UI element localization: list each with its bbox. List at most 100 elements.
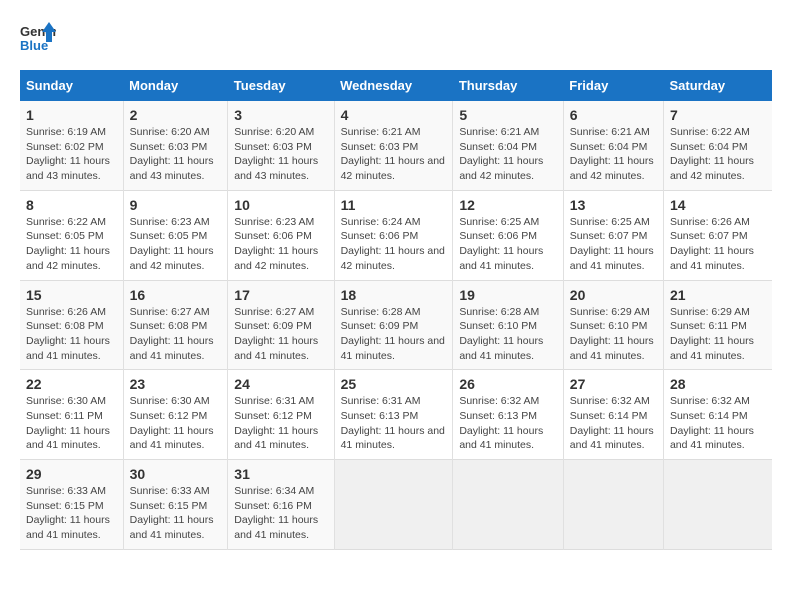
day-number: 12 <box>459 197 556 213</box>
day-info: Sunrise: 6:23 AMSunset: 6:05 PMDaylight:… <box>130 215 222 274</box>
day-info: Sunrise: 6:29 AMSunset: 6:10 PMDaylight:… <box>570 305 657 364</box>
day-info: Sunrise: 6:23 AMSunset: 6:06 PMDaylight:… <box>234 215 327 274</box>
day-number: 11 <box>341 197 447 213</box>
calendar-cell <box>563 460 663 550</box>
day-info: Sunrise: 6:33 AMSunset: 6:15 PMDaylight:… <box>26 484 117 543</box>
day-number: 26 <box>459 376 556 392</box>
calendar-cell <box>663 460 772 550</box>
calendar-cell: 3 Sunrise: 6:20 AMSunset: 6:03 PMDaylight… <box>228 101 334 190</box>
calendar-week-row: 22 Sunrise: 6:30 AMSunset: 6:11 PMDayligh… <box>20 370 772 460</box>
calendar-cell: 23Sunrise: 6:30 AMSunset: 6:12 PMDayligh… <box>123 370 228 460</box>
day-info: Sunrise: 6:31 AMSunset: 6:13 PMDaylight:… <box>341 394 447 453</box>
calendar-week-row: 15 Sunrise: 6:26 AMSunset: 6:08 PMDayligh… <box>20 280 772 370</box>
day-info: Sunrise: 6:34 AMSunset: 6:16 PMDaylight:… <box>234 484 327 543</box>
day-info: Sunrise: 6:26 AMSunset: 6:08 PMDaylight:… <box>26 305 117 364</box>
day-number: 18 <box>341 287 447 303</box>
header-monday: Monday <box>123 70 228 101</box>
calendar-cell: 13 Sunrise: 6:25 AMSunset: 6:07 PMDayligh… <box>563 190 663 280</box>
day-info: Sunrise: 6:22 AMSunset: 6:05 PMDaylight:… <box>26 215 117 274</box>
calendar-cell: 17 Sunrise: 6:27 AMSunset: 6:09 PMDayligh… <box>228 280 334 370</box>
calendar-cell: 26 Sunrise: 6:32 AMSunset: 6:13 PMDayligh… <box>453 370 563 460</box>
day-info: Sunrise: 6:32 AMSunset: 6:14 PMDaylight:… <box>570 394 657 453</box>
header-tuesday: Tuesday <box>228 70 334 101</box>
day-number: 13 <box>570 197 657 213</box>
day-number: 29 <box>26 466 117 482</box>
day-number: 28 <box>670 376 766 392</box>
calendar-cell <box>334 460 453 550</box>
day-info: Sunrise: 6:33 AMSunset: 6:15 PMDaylight:… <box>130 484 222 543</box>
day-number: 6 <box>570 107 657 123</box>
day-number: 7 <box>670 107 766 123</box>
calendar-cell: 12 Sunrise: 6:25 AMSunset: 6:06 PMDayligh… <box>453 190 563 280</box>
header-thursday: Thursday <box>453 70 563 101</box>
day-number: 22 <box>26 376 117 392</box>
header-saturday: Saturday <box>663 70 772 101</box>
day-number: 15 <box>26 287 117 303</box>
day-info: Sunrise: 6:31 AMSunset: 6:12 PMDaylight:… <box>234 394 327 453</box>
header-sunday: Sunday <box>20 70 123 101</box>
day-info: Sunrise: 6:27 AMSunset: 6:08 PMDaylight:… <box>130 305 222 364</box>
calendar-week-row: 29 Sunrise: 6:33 AMSunset: 6:15 PMDayligh… <box>20 460 772 550</box>
day-info: Sunrise: 6:21 AMSunset: 6:04 PMDaylight:… <box>459 125 556 184</box>
logo: General Blue <box>20 20 56 60</box>
day-info: Sunrise: 6:30 AMSunset: 6:11 PMDaylight:… <box>26 394 117 453</box>
day-number: 17 <box>234 287 327 303</box>
calendar-cell: 5 Sunrise: 6:21 AMSunset: 6:04 PMDaylight… <box>453 101 563 190</box>
calendar-cell: 10 Sunrise: 6:23 AMSunset: 6:06 PMDayligh… <box>228 190 334 280</box>
calendar-cell: 19 Sunrise: 6:28 AMSunset: 6:10 PMDayligh… <box>453 280 563 370</box>
calendar-cell: 21 Sunrise: 6:29 AMSunset: 6:11 PMDayligh… <box>663 280 772 370</box>
calendar-cell: 22 Sunrise: 6:30 AMSunset: 6:11 PMDayligh… <box>20 370 123 460</box>
calendar-cell: 8 Sunrise: 6:22 AMSunset: 6:05 PMDaylight… <box>20 190 123 280</box>
day-info: Sunrise: 6:21 AMSunset: 6:03 PMDaylight:… <box>341 125 447 184</box>
day-info: Sunrise: 6:24 AMSunset: 6:06 PMDaylight:… <box>341 215 447 274</box>
calendar-cell: 6 Sunrise: 6:21 AMSunset: 6:04 PMDaylight… <box>563 101 663 190</box>
calendar-cell: 28 Sunrise: 6:32 AMSunset: 6:14 PMDayligh… <box>663 370 772 460</box>
svg-text:Blue: Blue <box>20 38 48 53</box>
weekday-header-row: Sunday Monday Tuesday Wednesday Thursday… <box>20 70 772 101</box>
calendar-cell: 14Sunrise: 6:26 AMSunset: 6:07 PMDayligh… <box>663 190 772 280</box>
day-info: Sunrise: 6:27 AMSunset: 6:09 PMDaylight:… <box>234 305 327 364</box>
day-number: 8 <box>26 197 117 213</box>
day-info: Sunrise: 6:32 AMSunset: 6:13 PMDaylight:… <box>459 394 556 453</box>
day-number: 19 <box>459 287 556 303</box>
day-number: 23 <box>130 376 222 392</box>
calendar-cell <box>453 460 563 550</box>
day-number: 10 <box>234 197 327 213</box>
day-number: 1 <box>26 107 117 123</box>
calendar-cell: 25Sunrise: 6:31 AMSunset: 6:13 PMDayligh… <box>334 370 453 460</box>
calendar-cell: 30Sunrise: 6:33 AMSunset: 6:15 PMDayligh… <box>123 460 228 550</box>
page-header: General Blue <box>20 20 772 60</box>
calendar-cell: 18 Sunrise: 6:28 AMSunset: 6:09 PMDayligh… <box>334 280 453 370</box>
calendar-table: Sunday Monday Tuesday Wednesday Thursday… <box>20 70 772 550</box>
day-number: 27 <box>570 376 657 392</box>
day-info: Sunrise: 6:20 AMSunset: 6:03 PMDaylight:… <box>234 125 327 184</box>
day-info: Sunrise: 6:19 AMSunset: 6:02 PMDaylight:… <box>26 125 117 184</box>
day-number: 16 <box>130 287 222 303</box>
calendar-cell: 11 Sunrise: 6:24 AMSunset: 6:06 PMDayligh… <box>334 190 453 280</box>
calendar-cell: 16 Sunrise: 6:27 AMSunset: 6:08 PMDayligh… <box>123 280 228 370</box>
day-number: 31 <box>234 466 327 482</box>
day-info: Sunrise: 6:28 AMSunset: 6:09 PMDaylight:… <box>341 305 447 364</box>
header-wednesday: Wednesday <box>334 70 453 101</box>
calendar-cell: 4 Sunrise: 6:21 AMSunset: 6:03 PMDaylight… <box>334 101 453 190</box>
calendar-cell: 20Sunrise: 6:29 AMSunset: 6:10 PMDayligh… <box>563 280 663 370</box>
calendar-cell: 7Sunrise: 6:22 AMSunset: 6:04 PMDaylight… <box>663 101 772 190</box>
day-number: 5 <box>459 107 556 123</box>
day-number: 3 <box>234 107 327 123</box>
calendar-cell: 31 Sunrise: 6:34 AMSunset: 6:16 PMDayligh… <box>228 460 334 550</box>
day-info: Sunrise: 6:25 AMSunset: 6:06 PMDaylight:… <box>459 215 556 274</box>
calendar-cell: 29 Sunrise: 6:33 AMSunset: 6:15 PMDayligh… <box>20 460 123 550</box>
day-number: 21 <box>670 287 766 303</box>
day-number: 9 <box>130 197 222 213</box>
calendar-cell: 2Sunrise: 6:20 AMSunset: 6:03 PMDaylight… <box>123 101 228 190</box>
calendar-cell: 24Sunrise: 6:31 AMSunset: 6:12 PMDayligh… <box>228 370 334 460</box>
day-info: Sunrise: 6:20 AMSunset: 6:03 PMDaylight:… <box>130 125 222 184</box>
day-info: Sunrise: 6:29 AMSunset: 6:11 PMDaylight:… <box>670 305 766 364</box>
calendar-cell: 9 Sunrise: 6:23 AMSunset: 6:05 PMDaylight… <box>123 190 228 280</box>
day-info: Sunrise: 6:32 AMSunset: 6:14 PMDaylight:… <box>670 394 766 453</box>
day-number: 4 <box>341 107 447 123</box>
calendar-week-row: 1 Sunrise: 6:19 AMSunset: 6:02 PMDaylight… <box>20 101 772 190</box>
day-info: Sunrise: 6:25 AMSunset: 6:07 PMDaylight:… <box>570 215 657 274</box>
day-info: Sunrise: 6:28 AMSunset: 6:10 PMDaylight:… <box>459 305 556 364</box>
day-info: Sunrise: 6:21 AMSunset: 6:04 PMDaylight:… <box>570 125 657 184</box>
